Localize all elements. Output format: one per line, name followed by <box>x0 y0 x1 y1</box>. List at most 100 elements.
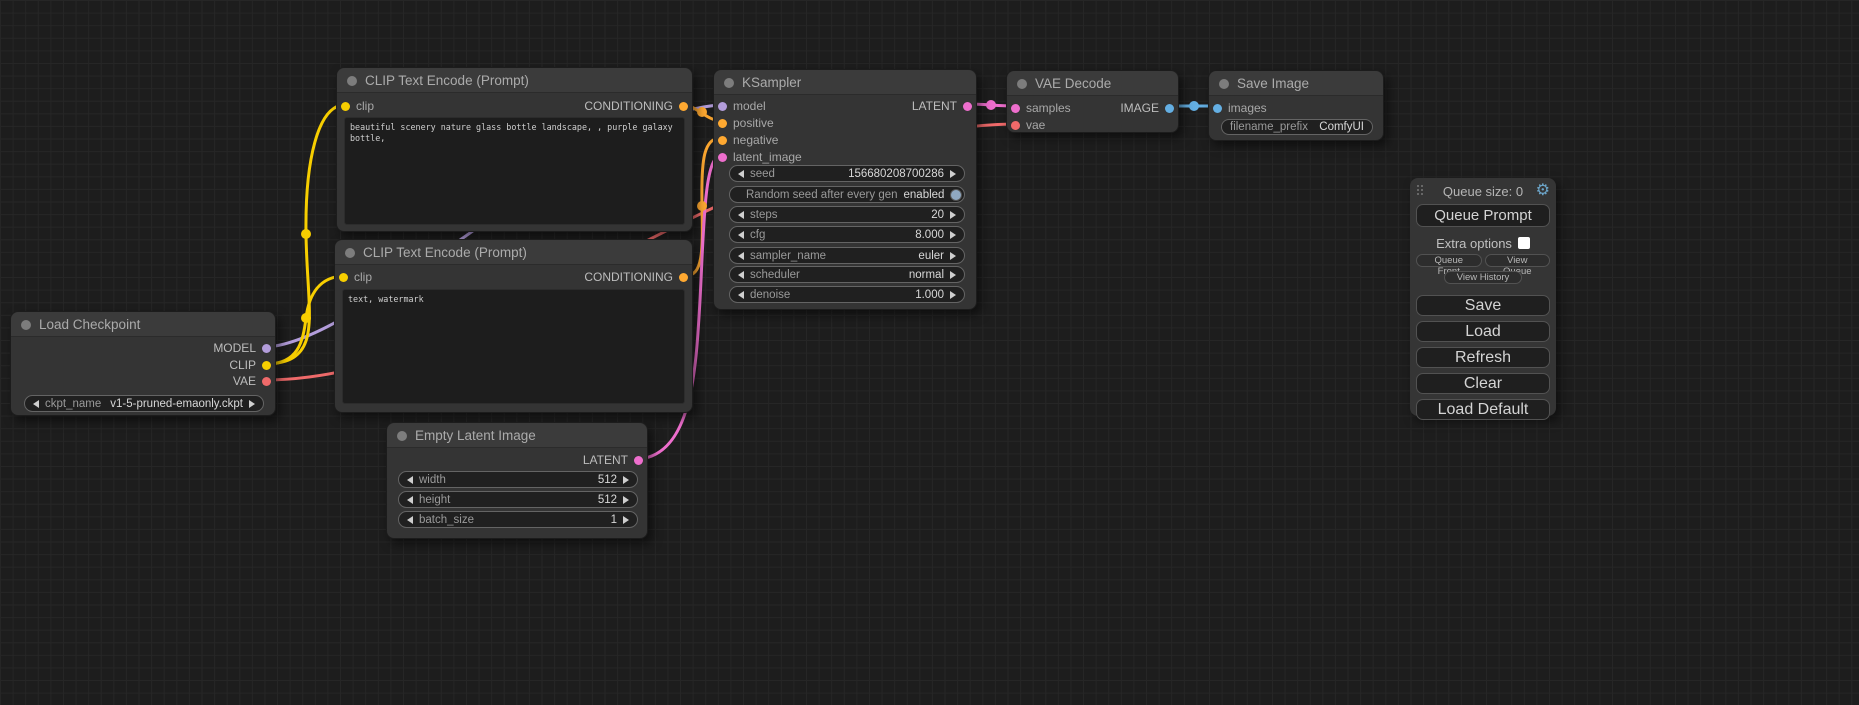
queue-front-button[interactable]: Queue Front <box>1416 254 1482 267</box>
collapse-dot-icon[interactable] <box>21 320 31 330</box>
increment-arrow-icon[interactable] <box>950 170 956 178</box>
increment-arrow-icon[interactable] <box>249 400 255 408</box>
widget-value: enabled <box>904 189 945 201</box>
widget-random-seed[interactable]: Random seed after every gen enabled <box>729 186 965 203</box>
widget-value: v1-5-pruned-emaonly.ckpt <box>110 398 243 410</box>
decrement-arrow-icon[interactable] <box>407 496 413 504</box>
widget-label: width <box>419 474 446 486</box>
widget-scheduler[interactable]: scheduler normal <box>729 266 965 283</box>
increment-arrow-icon[interactable] <box>950 291 956 299</box>
input-slot-samples[interactable] <box>1011 104 1020 113</box>
decrement-arrow-icon[interactable] <box>738 170 744 178</box>
link-midpoint-dot[interactable] <box>301 229 311 239</box>
view-history-button[interactable]: View History <box>1444 271 1522 284</box>
input-slot-vae[interactable] <box>1011 121 1020 130</box>
input-slot-positive[interactable] <box>718 119 727 128</box>
link-midpoint-dot[interactable] <box>1189 101 1199 111</box>
slot-row: model LATENT <box>714 98 976 114</box>
input-slot-clip[interactable] <box>341 102 350 111</box>
node-title: Empty Latent Image <box>415 428 536 443</box>
input-slot-negative[interactable] <box>718 136 727 145</box>
node-clip-text-encode-negative[interactable]: CLIP Text Encode (Prompt) clip CONDITION… <box>334 239 693 413</box>
widget-cfg[interactable]: cfg 8.000 <box>729 226 965 243</box>
slot-row: CLIP <box>11 357 275 373</box>
widget-batch-size[interactable]: batch_size 1 <box>398 511 638 528</box>
load-button[interactable]: Load <box>1416 321 1550 342</box>
clear-button[interactable]: Clear <box>1416 373 1550 394</box>
output-slot-conditioning[interactable] <box>679 273 688 282</box>
widget-filename-prefix[interactable]: filename_prefix ComfyUI <box>1221 119 1373 135</box>
input-slot-clip[interactable] <box>339 273 348 282</box>
input-slot-images[interactable] <box>1213 104 1222 113</box>
widget-height[interactable]: height 512 <box>398 491 638 508</box>
node-vae-decode[interactable]: VAE Decode samples IMAGE vae <box>1006 70 1179 133</box>
decrement-arrow-icon[interactable] <box>738 291 744 299</box>
increment-arrow-icon[interactable] <box>623 476 629 484</box>
load-default-button[interactable]: Load Default <box>1416 399 1550 420</box>
widget-sampler-name[interactable]: sampler_name euler <box>729 247 965 264</box>
decrement-arrow-icon[interactable] <box>738 271 744 279</box>
widget-ckpt-name[interactable]: ckpt_name v1-5-pruned-emaonly.ckpt <box>24 395 264 412</box>
prompt-textarea[interactable]: text, watermark <box>342 289 685 404</box>
graph-canvas[interactable]: { "canvas": { "bg": "#1d1d1d", "grid_lin… <box>0 0 1859 705</box>
node-empty-latent-image[interactable]: Empty Latent Image LATENT width 512 heig… <box>386 422 648 539</box>
link-midpoint-dot[interactable] <box>697 201 707 211</box>
extra-options-checkbox[interactable] <box>1518 237 1530 249</box>
input-label: model <box>733 99 766 113</box>
decrement-arrow-icon[interactable] <box>33 400 39 408</box>
output-slot-latent[interactable] <box>634 456 643 465</box>
node-clip-text-encode-positive[interactable]: CLIP Text Encode (Prompt) clip CONDITION… <box>336 67 693 232</box>
collapse-dot-icon[interactable] <box>345 248 355 258</box>
decrement-arrow-icon[interactable] <box>738 211 744 219</box>
widget-label: scheduler <box>750 269 800 281</box>
widget-label: cfg <box>750 229 765 241</box>
input-slot-model[interactable] <box>718 102 727 111</box>
collapse-dot-icon[interactable] <box>1017 79 1027 89</box>
collapse-dot-icon[interactable] <box>397 431 407 441</box>
collapse-dot-icon[interactable] <box>724 78 734 88</box>
output-label: LATENT <box>583 453 628 467</box>
link-midpoint-dot[interactable] <box>986 100 996 110</box>
output-slot-conditioning[interactable] <box>679 102 688 111</box>
widget-value: 1 <box>611 514 617 526</box>
node-save-image[interactable]: Save Image images filename_prefix ComfyU… <box>1208 70 1384 141</box>
refresh-button[interactable]: Refresh <box>1416 347 1550 368</box>
output-slot-model[interactable] <box>262 344 271 353</box>
node-ksampler[interactable]: KSampler model LATENT positive negative … <box>713 69 977 310</box>
save-button[interactable]: Save <box>1416 295 1550 316</box>
input-slot-latent-image[interactable] <box>718 153 727 162</box>
decrement-arrow-icon[interactable] <box>407 516 413 524</box>
widget-label: denoise <box>750 289 790 301</box>
widget-seed[interactable]: seed 156680208700286 <box>729 165 965 182</box>
link-midpoint-dot[interactable] <box>301 313 311 323</box>
slot-row: samples IMAGE <box>1007 100 1178 116</box>
widget-width[interactable]: width 512 <box>398 471 638 488</box>
output-slot-latent[interactable] <box>963 102 972 111</box>
collapse-dot-icon[interactable] <box>1219 79 1229 89</box>
increment-arrow-icon[interactable] <box>950 252 956 260</box>
widget-steps[interactable]: steps 20 <box>729 206 965 223</box>
widget-denoise[interactable]: denoise 1.000 <box>729 286 965 303</box>
queue-panel[interactable]: Queue size: 0 ⚙ Queue Prompt Extra optio… <box>1410 178 1556 416</box>
increment-arrow-icon[interactable] <box>950 231 956 239</box>
decrement-arrow-icon[interactable] <box>738 231 744 239</box>
view-queue-button[interactable]: View Queue <box>1485 254 1551 267</box>
increment-arrow-icon[interactable] <box>623 516 629 524</box>
decrement-arrow-icon[interactable] <box>738 252 744 260</box>
prompt-textarea[interactable]: beautiful scenery nature glass bottle la… <box>344 117 685 225</box>
output-slot-clip[interactable] <box>262 361 271 370</box>
node-load-checkpoint[interactable]: Load Checkpoint MODEL CLIP VAE ckpt_name… <box>10 311 276 416</box>
queue-prompt-button[interactable]: Queue Prompt <box>1416 204 1550 227</box>
increment-arrow-icon[interactable] <box>950 271 956 279</box>
decrement-arrow-icon[interactable] <box>407 476 413 484</box>
link-midpoint-dot[interactable] <box>697 107 707 117</box>
increment-arrow-icon[interactable] <box>623 496 629 504</box>
output-slot-image[interactable] <box>1165 104 1174 113</box>
output-slot-vae[interactable] <box>262 377 271 386</box>
widget-label: batch_size <box>419 514 474 526</box>
widget-value: 1.000 <box>915 289 944 301</box>
collapse-dot-icon[interactable] <box>347 76 357 86</box>
toggle-icon[interactable] <box>950 189 962 201</box>
gear-icon[interactable]: ⚙ <box>1536 181 1550 201</box>
increment-arrow-icon[interactable] <box>950 211 956 219</box>
